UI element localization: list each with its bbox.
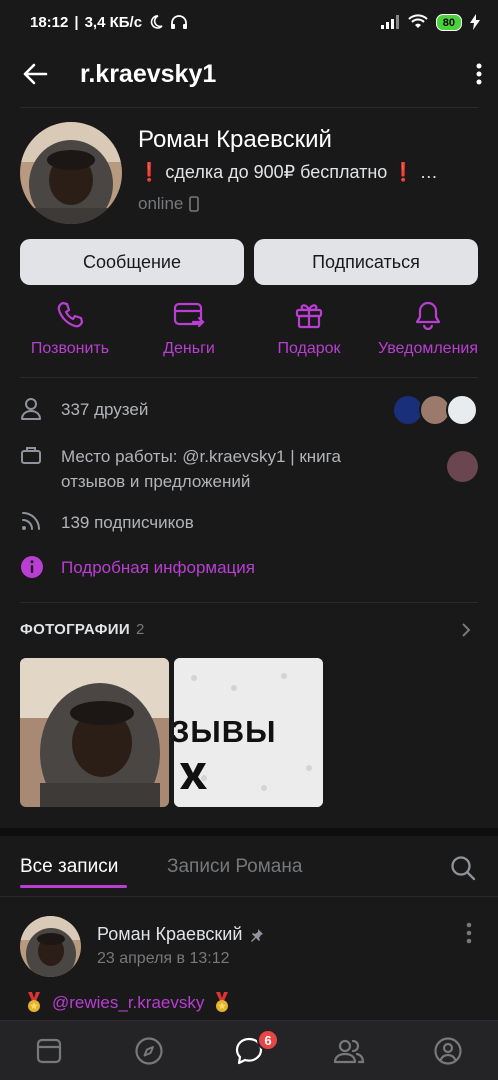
friends-tab[interactable]	[332, 1034, 366, 1068]
page-title: r.kraevsky1	[80, 59, 217, 88]
more-vertical-icon[interactable]	[476, 63, 482, 85]
rss-icon	[20, 510, 44, 532]
profile-name: Роман Краевский	[138, 126, 332, 153]
post-text: @rewies_r.kraevsky	[24, 992, 232, 1014]
profile-actions: Позвонить Деньги Подарок Уведомления	[0, 300, 498, 370]
wall-tabs: Все записи Записи Романа	[0, 836, 498, 896]
tab-all-posts[interactable]: Все записи	[20, 856, 118, 878]
users-icon	[333, 1037, 365, 1065]
unread-messages-badge: 6	[257, 1029, 279, 1051]
money-transfer-icon	[173, 300, 205, 330]
call-action[interactable]: Позвонить	[10, 300, 130, 358]
status-time: 18:12	[30, 13, 69, 31]
post-author-avatar[interactable]	[20, 916, 81, 977]
briefcase-icon	[20, 444, 44, 466]
post-author-name: Роман Краевский	[97, 924, 243, 944]
followers-row[interactable]: 139 подписчиков	[20, 510, 194, 535]
moon-icon	[148, 14, 164, 30]
bottom-navigation: 6	[0, 1020, 498, 1080]
notifications-label: Уведомления	[377, 340, 479, 357]
call-label: Позвонить	[30, 340, 110, 357]
details-row[interactable]: Подробная информация	[20, 555, 255, 580]
news-feed-tab[interactable]	[32, 1034, 66, 1068]
divider	[20, 602, 478, 603]
charging-icon	[470, 14, 480, 30]
status-bar: 18:12 | 3,4 КБ/с 80	[0, 0, 498, 44]
compass-icon	[134, 1036, 164, 1066]
online-indicator: online	[138, 194, 200, 214]
friends-count: 337 друзей	[61, 400, 149, 419]
work-line-1: Место работы: @r.kraevsky1 | книга	[61, 447, 341, 466]
phone-icon	[189, 196, 200, 212]
profile-status: ❗ сделка до 900₽ бесплатно ❗ …	[138, 162, 438, 182]
bell-icon	[413, 300, 443, 330]
avatar	[446, 394, 478, 426]
work-row[interactable]: Место работы: @r.kraevsky1 | книга отзыв…	[20, 444, 341, 494]
info-circle-icon	[20, 555, 44, 579]
details-link[interactable]: Подробная информация	[61, 555, 255, 580]
photo-thumbnail[interactable]	[20, 658, 169, 807]
phone-call-icon	[55, 300, 85, 330]
active-tab-indicator	[20, 885, 127, 888]
subscribe-button[interactable]: Подписаться	[254, 239, 478, 285]
friends-row[interactable]: 337 друзей	[20, 397, 148, 422]
photo-thumbnail[interactable]: ЗЫВЫ	[174, 658, 323, 807]
post-date: 23 апреля в 13:12	[97, 950, 230, 967]
notifications-action[interactable]: Уведомления	[368, 300, 488, 358]
divider	[0, 896, 498, 897]
gift-icon	[294, 300, 324, 330]
message-button[interactable]: Сообщение	[20, 239, 244, 285]
online-text: online	[138, 194, 184, 213]
gift-action[interactable]: Подарок	[249, 300, 369, 358]
feed-icon	[35, 1037, 63, 1065]
followers-count: 139 подписчиков	[61, 513, 194, 532]
discover-tab[interactable]	[132, 1034, 166, 1068]
wifi-icon	[408, 14, 428, 30]
chevron-right-icon[interactable]	[461, 622, 471, 638]
profile-circle-icon	[433, 1036, 463, 1066]
signal-icon	[380, 14, 400, 30]
friends-avatars[interactable]	[392, 394, 478, 426]
profile-tab[interactable]	[431, 1034, 465, 1068]
headphones-icon	[170, 14, 188, 30]
photos-title: ФОТОГРАФИИ	[20, 621, 130, 638]
user-icon	[20, 397, 44, 421]
search-icon[interactable]	[450, 855, 476, 881]
post-author[interactable]: Роман Краевский	[97, 924, 264, 945]
medal-icon	[24, 992, 44, 1014]
medal-icon	[212, 992, 232, 1014]
profile-avatar[interactable]	[20, 122, 122, 224]
pin-icon	[250, 928, 264, 942]
post-mention-link[interactable]: @rewies_r.kraevsky	[52, 993, 204, 1013]
money-action[interactable]: Деньги	[129, 300, 249, 358]
divider	[20, 107, 478, 108]
photo-caption: ЗЫВЫ	[174, 714, 277, 749]
photos-section-title[interactable]: ФОТОГРАФИИ 2	[20, 621, 145, 638]
post-more-icon[interactable]	[466, 922, 472, 944]
tab-roman-posts[interactable]: Записи Романа	[167, 856, 302, 878]
gift-label: Подарок	[277, 340, 341, 357]
back-arrow-icon[interactable]	[22, 63, 48, 85]
network-speed: 3,4 КБ/с	[84, 13, 143, 31]
battery-indicator: 80	[435, 13, 462, 31]
app-header: r.kraevsky1	[0, 44, 498, 104]
section-separator	[0, 828, 498, 836]
photos-count: 2	[135, 621, 145, 638]
money-label: Деньги	[163, 340, 215, 357]
work-line-2: отзывов и предложений	[61, 472, 251, 491]
divider	[20, 377, 478, 378]
work-group-avatar[interactable]	[447, 451, 478, 482]
